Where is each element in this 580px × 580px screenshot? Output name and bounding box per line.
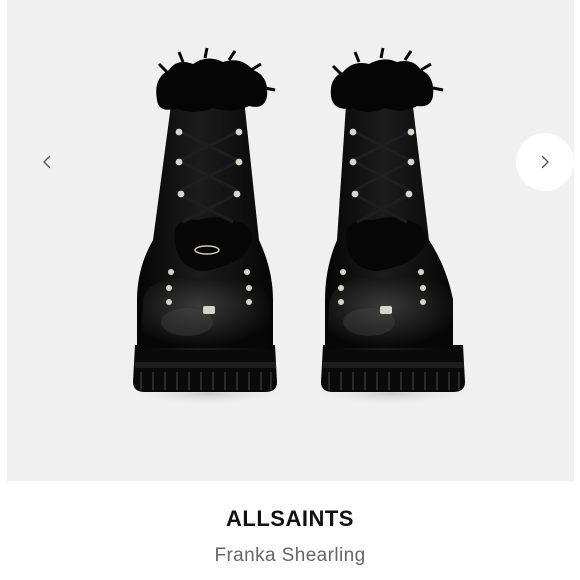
product-card: ALLSAINTS Franka Shearling (0, 0, 580, 580)
product-title: Franka Shearling (214, 545, 366, 566)
left-boot (133, 47, 277, 392)
right-boot (321, 47, 465, 392)
chevron-left-icon (43, 155, 51, 169)
previous-image-button[interactable] (19, 134, 75, 190)
brand-name: ALLSAINTS (226, 506, 354, 531)
next-image-button[interactable] (516, 133, 574, 191)
chevron-right-icon (541, 155, 549, 169)
image-gallery (7, 0, 574, 481)
product-image (126, 47, 473, 406)
